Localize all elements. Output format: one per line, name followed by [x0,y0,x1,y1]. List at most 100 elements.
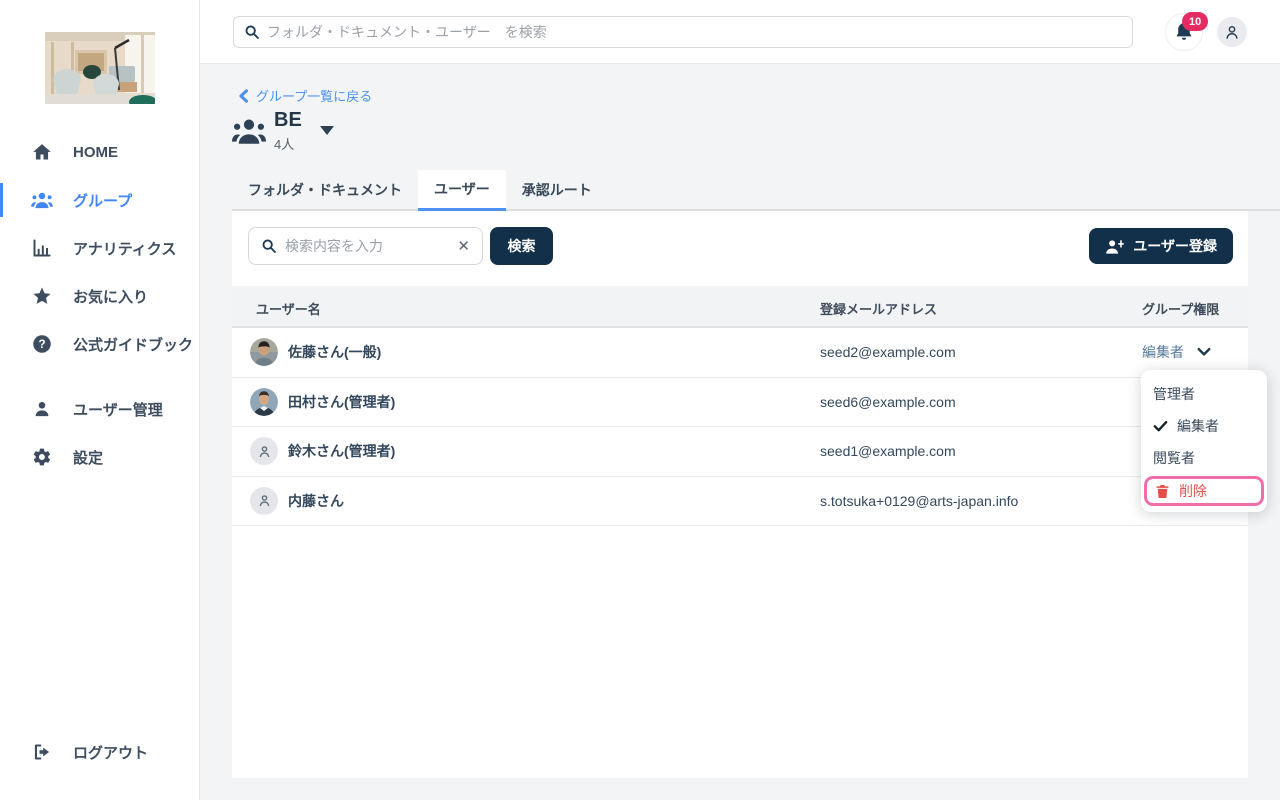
notification-badge: 10 [1182,12,1209,31]
sidebar-item-settings[interactable]: 設定 [0,433,199,481]
user-cell: 鈴木さん(管理者) [250,427,395,476]
star-icon [31,285,53,307]
topbar: 10 [200,0,1280,64]
column-header-permission: グループ権限 [1142,302,1220,317]
menu-item-delete[interactable]: 削除 [1144,476,1264,506]
user-plus-icon [1106,239,1125,254]
tab-folders-documents[interactable]: フォルダ・ドキュメント [232,170,418,209]
sidebar-bottom: ログアウト [0,728,199,776]
user-name: 内藤さん [288,492,344,509]
question-circle-icon: ? [31,333,53,355]
sidebar-item-analytics[interactable]: アナリティクス [0,224,199,272]
user-search-input[interactable] [285,238,425,254]
sidebar-item-label: 設定 [73,449,104,467]
sidebar-item-label: ユーザー管理 [73,401,163,419]
user-cell: 佐藤さん(一般) [250,328,381,377]
users-panel: ✕ 検索 ユーザー登録 ユーザー名 登録メールアドレス グループ権限 [232,211,1248,778]
user-email: seed2@example.com [820,344,956,361]
table-row: 佐藤さん(一般) seed2@example.com 編集者 [232,328,1248,378]
delete-label: 削除 [1179,483,1207,499]
column-header-username: ユーザー名 [256,302,321,317]
column-header-email: 登録メールアドレス [820,302,938,317]
table-header: ユーザー名 登録メールアドレス グループ権限 [232,286,1248,328]
search-icon [261,238,277,254]
app-window: HOME グループ アナリティクス お気に入り ? 公式ガイドブック ユーザー管… [0,0,1280,800]
logout-icon [31,741,53,763]
global-search-input[interactable] [267,24,1122,40]
sidebar-nav: HOME グループ アナリティクス お気に入り ? 公式ガイドブック ユーザー管… [0,128,199,481]
user-cell: 田村さん(管理者) [250,378,395,427]
search-button[interactable]: 検索 [490,227,553,265]
menu-item-label: 編集者 [1177,418,1219,434]
user-name: 田村さん(管理者) [288,393,396,410]
chevron-down-icon [1197,347,1211,357]
sidebar: HOME グループ アナリティクス お気に入り ? 公式ガイドブック ユーザー管… [0,0,200,800]
sidebar-item-label: アナリティクス [73,240,177,258]
user-avatar-icon [1226,26,1238,39]
avatar-placeholder-icon [250,486,278,515]
register-button-label: ユーザー登録 [1133,238,1217,254]
user-search-box: ✕ [248,227,483,265]
account-menu-button[interactable] [1217,17,1247,47]
permission-value: 編集者 [1142,344,1184,361]
back-link-label: グループ一覧に戻る [256,89,373,104]
sidebar-item-label: HOME [73,143,118,161]
tab-label: フォルダ・ドキュメント [248,181,402,198]
sidebar-item-favorites[interactable]: お気に入り [0,272,199,320]
user-icon [31,398,53,420]
menu-item-editor[interactable]: 編集者 [1141,410,1267,442]
group-actions-caret[interactable] [319,126,334,135]
sidebar-item-groups[interactable]: グループ [0,176,199,224]
user-cell: 内藤さん [250,477,344,526]
menu-item-label: 管理者 [1153,386,1195,402]
group-header: BE 4人 [232,108,334,153]
home-icon [31,141,53,163]
tab-label: ユーザー [434,181,490,197]
company-logo[interactable] [45,32,155,104]
global-search [233,16,1133,48]
permission-menu: 管理者 編集者 閲覧者 削除 [1141,370,1267,512]
logout-label: ログアウト [73,744,149,762]
user-email: s.totsuka+0129@arts-japan.info [820,492,1019,509]
menu-item-label: 閲覧者 [1153,450,1195,466]
search-icon [244,24,260,40]
office-photo-illustration [45,32,155,104]
table-row: 田村さん(管理者) seed6@example.com [232,378,1248,427]
tab-bar: フォルダ・ドキュメント ユーザー 承認ルート [232,170,1280,211]
user-name: 鈴木さん(管理者) [288,443,396,460]
user-name: 佐藤さん(一般) [288,344,382,361]
table-row: 鈴木さん(管理者) seed1@example.com [232,427,1248,477]
menu-item-admin[interactable]: 管理者 [1141,378,1267,410]
sidebar-item-home[interactable]: HOME [0,128,199,176]
tab-users[interactable]: ユーザー [418,170,506,211]
tab-label: 承認ルート [521,181,592,198]
register-user-button[interactable]: ユーザー登録 [1089,228,1233,264]
gear-icon [31,446,53,468]
tab-approval-routes[interactable]: 承認ルート [506,170,608,209]
avatar [250,387,278,416]
sidebar-item-label: グループ [73,192,133,210]
user-email: seed6@example.com [820,393,956,410]
group-users-icon [232,119,266,144]
group-member-count: 4人 [274,137,295,152]
user-email: seed1@example.com [820,443,956,460]
svg-text:?: ? [38,338,45,351]
clear-search-icon[interactable]: ✕ [457,239,470,254]
table-body: 佐藤さん(一般) seed2@example.com 編集者 田村さん(管理者)… [232,328,1248,526]
users-icon [31,189,53,211]
sidebar-item-label: 公式ガイドブック [73,336,194,354]
nav-group-spacer [0,368,199,385]
logout-button[interactable]: ログアウト [0,728,199,776]
avatar-placeholder-icon [250,437,278,466]
main-content: グループ一覧に戻る BE 4人 フォルダ・ドキュメント ユーザー 承認ルート 検… [200,64,1280,800]
avatar [250,338,278,367]
sidebar-item-guidebook[interactable]: ? 公式ガイドブック [0,320,199,368]
bar-chart-icon [31,237,53,259]
back-to-groups-link[interactable]: グループ一覧に戻る [238,86,372,105]
notification-count: 10 [1189,15,1202,28]
sidebar-item-user-management[interactable]: ユーザー管理 [0,385,199,433]
table-row: 内藤さん s.totsuka+0129@arts-japan.info [232,477,1248,526]
trash-icon [1156,484,1169,499]
check-icon [1153,420,1168,432]
menu-item-viewer[interactable]: 閲覧者 [1141,442,1267,474]
